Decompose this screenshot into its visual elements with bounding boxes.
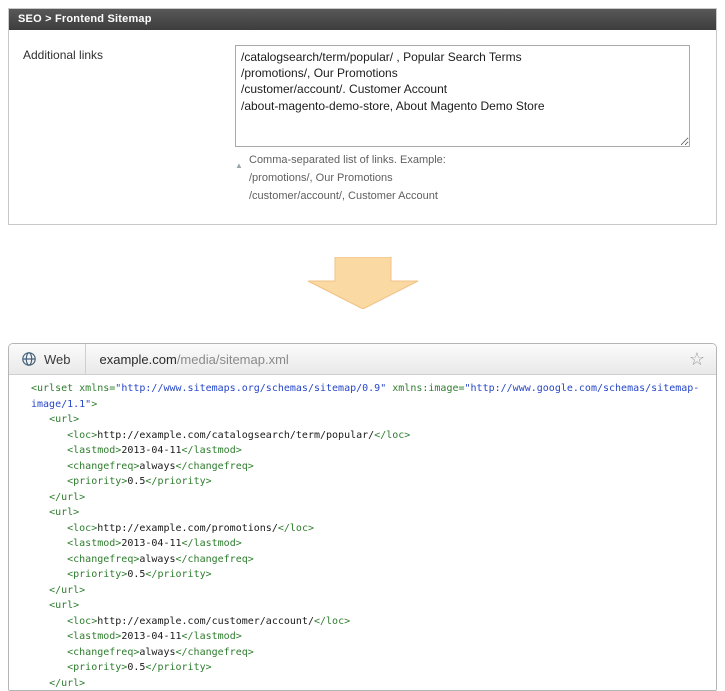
address-bar[interactable]: example.com/media/sitemap.xml [86,352,689,367]
magento-config-panel: SEO > Frontend Sitemap Additional links … [8,8,717,225]
xml-line: <loc>http://example.com/promotions/</loc… [31,521,712,537]
browser-tab-label: Web [44,352,71,367]
section-header-title: SEO > Frontend Sitemap [18,13,152,25]
xml-line: <loc>http://example.com/customer/account… [31,614,712,630]
down-arrow-icon [298,257,428,309]
section-header: SEO > Frontend Sitemap [9,9,716,30]
xml-line: <urlset xmlns="http://www.sitemaps.org/s… [31,381,712,397]
xml-line: </url> [31,583,712,599]
browser-toolbar: Web example.com/media/sitemap.xml [9,344,716,375]
xml-line: <changefreq>always</changefreq> [31,459,712,475]
xml-line: image/1.1"> [31,397,712,413]
section-body: Additional links /catalogsearch/term/pop… [9,30,716,224]
additional-links-label: Additional links [23,45,235,62]
url-domain: example.com [100,352,177,367]
xml-line: <priority>0.5</priority> [31,474,712,490]
star-icon[interactable] [689,350,705,369]
xml-line: <priority>0.5</priority> [31,660,712,676]
url-path: /media/sitemap.xml [177,352,289,367]
config-form-row: Additional links /catalogsearch/term/pop… [23,45,702,208]
xml-line: <lastmod>2013-04-11</lastmod> [31,536,712,552]
xml-line: <url> [31,505,712,521]
xml-line: <url> [31,598,712,614]
down-arrow [298,257,428,309]
xml-line: <priority>0.5</priority> [31,567,712,583]
field-hint: Comma-separated list of links. Example: … [235,154,702,208]
xml-line: <url> [31,412,712,428]
browser-window: Web example.com/media/sitemap.xml <urlse… [8,343,717,691]
additional-links-textarea[interactable]: /catalogsearch/term/popular/ , Popular S… [235,45,690,147]
xml-line: <lastmod>2013-04-11</lastmod> [31,629,712,645]
xml-line: </url> [31,490,712,506]
xml-line: </url> [31,676,712,691]
hint-text: Comma-separated list of links. Example: … [249,154,446,208]
xml-line: <loc>http://example.com/catalogsearch/te… [31,428,712,444]
globe-icon [21,351,37,367]
additional-links-field: /catalogsearch/term/popular/ , Popular S… [235,45,702,208]
xml-line: <changefreq>always</changefreq> [31,645,712,661]
page: SEO > Frontend Sitemap Additional links … [0,0,725,680]
browser-tab[interactable]: Web [9,344,86,374]
hint-example: /customer/account/, Customer Account [249,190,446,202]
hint-title: Comma-separated list of links. Example: [249,154,446,166]
xml-line: <changefreq>always</changefreq> [31,552,712,568]
triangle-note-icon [235,154,249,208]
xml-line: <lastmod>2013-04-11</lastmod> [31,443,712,459]
xml-content: <urlset xmlns="http://www.sitemaps.org/s… [9,375,716,691]
hint-example: /promotions/, Our Promotions [249,172,446,184]
